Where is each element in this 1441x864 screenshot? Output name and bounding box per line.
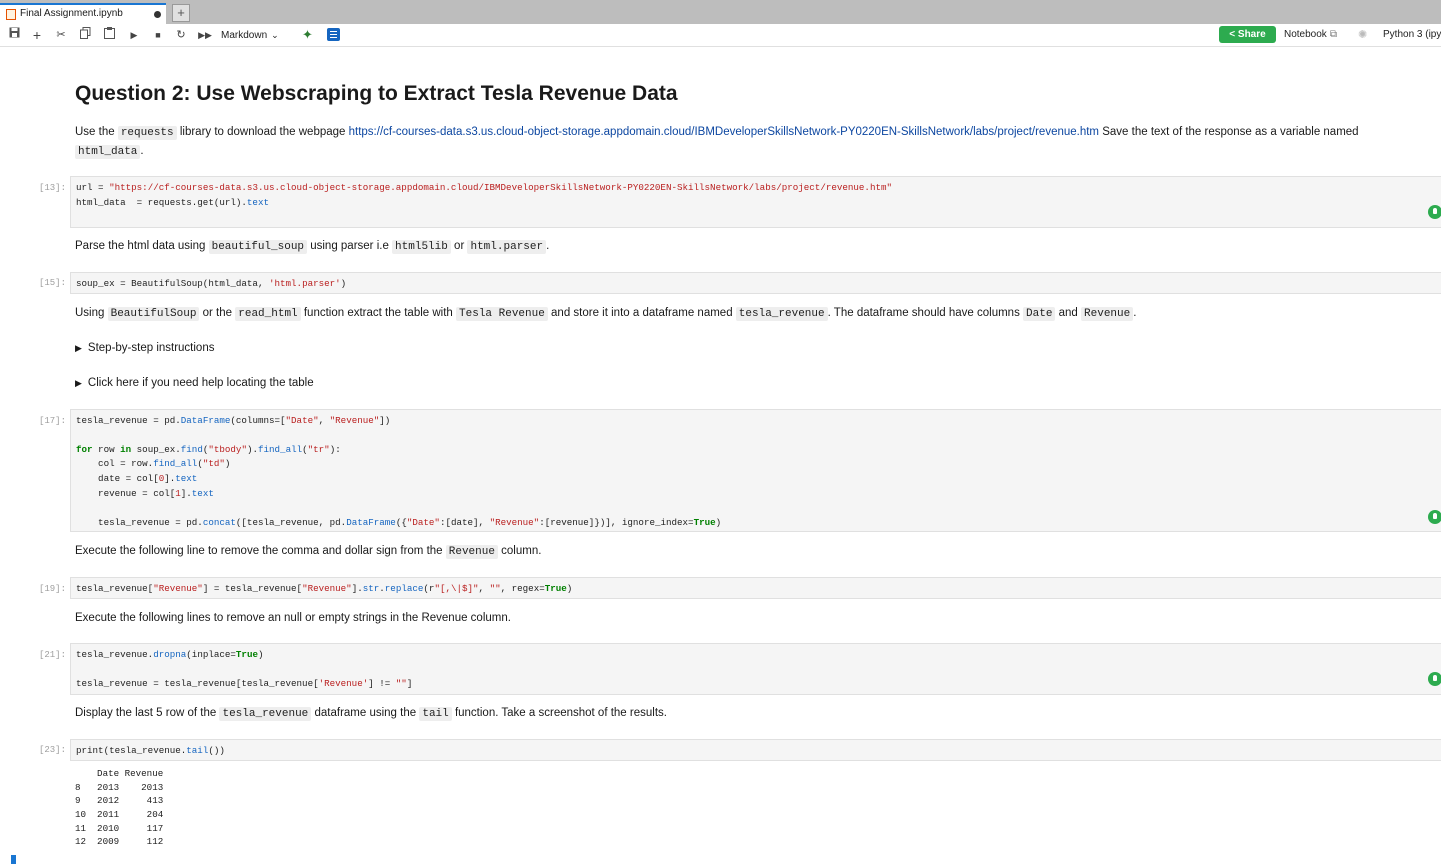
tab-label: Final Assignment.ipynb [20, 8, 123, 19]
code-line: col = row.find_all("td") [76, 458, 231, 469]
chevron-down-icon: ⌄ [271, 30, 279, 40]
markdown-instructions-4: Execute the following line to remove the… [75, 545, 542, 559]
code-cell-13[interactable]: url = "https://cf-courses-data.s3.us.clo… [70, 176, 1441, 228]
external-link-icon: ⧉ [1329, 29, 1337, 40]
notebook-icon [6, 9, 16, 20]
restart-icon[interactable]: ↻ [174, 27, 188, 43]
share-icon: < [1229, 29, 1236, 40]
code-line: url = "https://cf-courses-data.s3.us.clo… [76, 182, 892, 193]
markdown-instructions-1: Use the requests library to download the… [75, 126, 1359, 140]
cell-prompt: [21]: [38, 650, 66, 660]
output-line: Date Revenue [75, 768, 164, 779]
disclosure-triangle-icon: ▶ [75, 343, 82, 353]
cell-type-label: Markdown [221, 30, 268, 41]
code-line: date = col[0].text [76, 473, 198, 484]
lightbulb-icon[interactable] [1428, 205, 1441, 219]
notebook-toolbar: + ✂ ▶ ■ ↻ ▶▶ Markdown ⌄ ✦ < Share Noteboo… [0, 24, 1441, 47]
active-cell-indicator [11, 855, 16, 864]
output-line: 9 2012 413 [75, 795, 164, 806]
code-cell-15[interactable]: soup_ex = BeautifulSoup(html_data, 'html… [70, 272, 1441, 294]
cut-icon[interactable]: ✂ [54, 27, 68, 43]
code-line: soup_ex = BeautifulSoup(html_data, 'html… [76, 278, 347, 289]
code-cell-23[interactable]: print(tesla_revenue.tail()) [70, 739, 1441, 761]
table-of-contents-icon[interactable] [327, 28, 340, 41]
kernel-selector[interactable]: Python 3 (ipy [1383, 27, 1441, 43]
paste-icon[interactable] [102, 27, 116, 43]
new-tab-button[interactable]: + [172, 4, 190, 22]
code-line: html_data = requests.get(url).text [76, 197, 269, 208]
cell-prompt: [15]: [38, 278, 66, 288]
output-line: 12 2009 112 [75, 836, 164, 847]
cell-type-dropdown[interactable]: Markdown ⌄ [221, 27, 279, 43]
save-icon[interactable] [7, 27, 21, 43]
markdown-instructions-2: Parse the html data using beautiful_soup… [75, 240, 550, 254]
copy-icon[interactable] [78, 27, 92, 43]
stop-icon[interactable]: ■ [151, 27, 165, 43]
code-line: tesla_revenue = pd.concat([tesla_revenue… [76, 517, 722, 528]
markdown-instructions-6: Display the last 5 row of the tesla_reve… [75, 707, 667, 721]
share-label: Share [1237, 29, 1266, 40]
run-all-icon[interactable]: ▶▶ [198, 27, 212, 43]
notebook-label: Notebook [1284, 29, 1327, 40]
markdown-instructions-3: Using BeautifulSoup or the read_html fun… [75, 307, 1137, 321]
cell-prompt: [13]: [38, 183, 66, 193]
add-cell-icon[interactable]: + [30, 27, 44, 43]
tab-bar: Final Assignment.ipynb + [0, 0, 1441, 24]
cell-prompt: [19]: [38, 584, 66, 594]
code-cell-21[interactable]: tesla_revenue.dropna(inplace=True) tesla… [70, 643, 1441, 695]
code-cell-17[interactable]: tesla_revenue = pd.DataFrame(columns=["D… [70, 409, 1441, 532]
run-icon[interactable]: ▶ [127, 27, 141, 43]
markdown-instructions-1b: html_data. [75, 145, 144, 159]
details-step-by-step[interactable]: ▶ Step-by-step instructions [75, 342, 214, 354]
output-line: 10 2011 204 [75, 809, 164, 820]
cell-prompt: [23]: [38, 745, 66, 755]
code-cell-19[interactable]: tesla_revenue["Revenue"] = tesla_revenue… [70, 577, 1441, 599]
code-line: print(tesla_revenue.tail()) [76, 745, 225, 756]
question-heading: Question 2: Use Webscraping to Extract T… [75, 82, 678, 105]
sparkle-icon[interactable]: ✦ [302, 27, 313, 43]
unsaved-dot-icon[interactable] [154, 11, 161, 18]
share-button[interactable]: < Share [1219, 26, 1276, 43]
open-notebook-link[interactable]: Notebook ⧉ [1284, 27, 1337, 43]
lightbulb-icon[interactable] [1428, 672, 1441, 686]
kernel-status-icon: ✺ [1358, 29, 1368, 41]
code-line: tesla_revenue.dropna(inplace=True) [76, 649, 264, 660]
notebook-content: Question 2: Use Webscraping to Extract T… [0, 47, 1441, 864]
tab-final-assignment[interactable]: Final Assignment.ipynb [0, 3, 166, 24]
lightbulb-icon[interactable] [1428, 510, 1441, 524]
code-line: tesla_revenue = pd.DataFrame(columns=["D… [76, 415, 391, 426]
code-line: revenue = col[1].text [76, 488, 214, 499]
code-line: tesla_revenue = tesla_revenue[tesla_reve… [76, 678, 413, 689]
disclosure-triangle-icon: ▶ [75, 378, 82, 388]
cell-prompt: [17]: [38, 416, 66, 426]
output-line: 11 2010 117 [75, 823, 164, 834]
details-locate-table[interactable]: ▶ Click here if you need help locating th… [75, 377, 314, 389]
code-line: for row in soup_ex.find("tbody").find_al… [76, 444, 341, 455]
code-line: tesla_revenue["Revenue"] = tesla_revenue… [76, 583, 573, 594]
output-line: 8 2013 2013 [75, 782, 164, 793]
revenue-url-link[interactable]: https://cf-courses-data.s3.us.cloud-obje… [349, 126, 1099, 138]
markdown-instructions-5: Execute the following lines to remove an… [75, 612, 511, 624]
